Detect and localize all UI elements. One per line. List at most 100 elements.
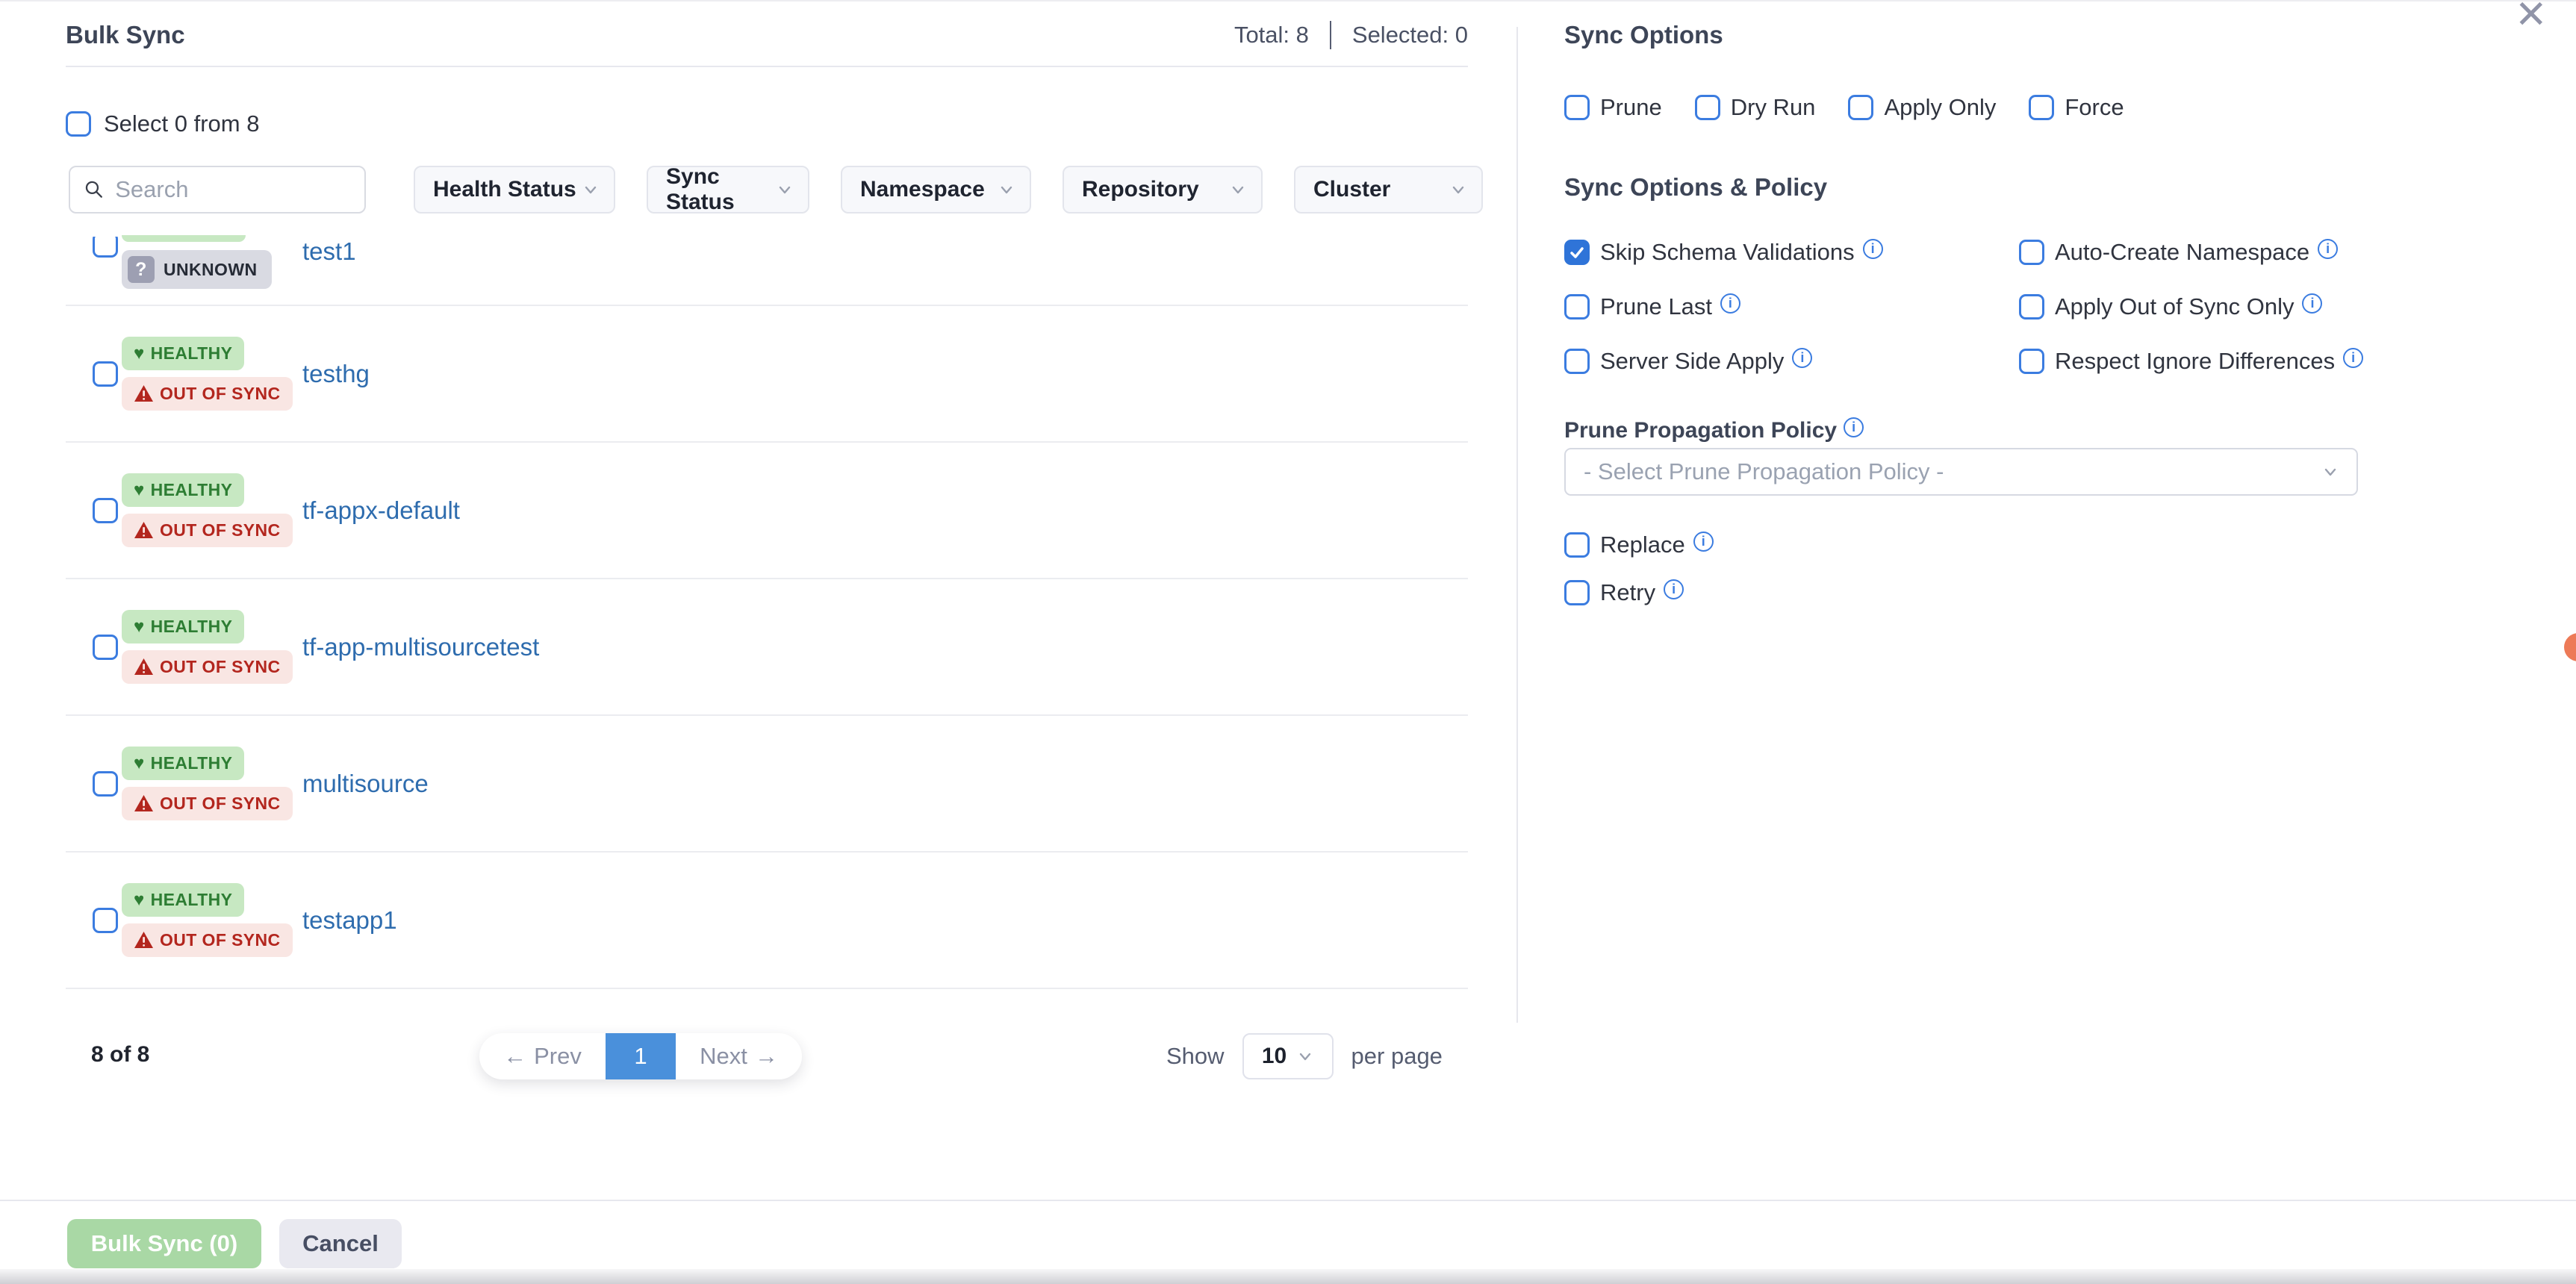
filter-namespace[interactable]: Namespace — [841, 166, 1031, 214]
select-all-row: Select 0 from 8 — [66, 110, 259, 137]
retry-checkbox[interactable] — [1564, 580, 1590, 605]
right-arrow-icon: → — [755, 1043, 778, 1070]
row-checkbox[interactable] — [93, 361, 118, 387]
search-input[interactable] — [115, 176, 351, 203]
info-icon[interactable]: i — [1844, 417, 1864, 437]
app-link[interactable]: tf-appx-default — [302, 496, 460, 525]
prune-last-checkbox[interactable] — [1564, 294, 1590, 320]
warning-icon — [134, 384, 154, 403]
totals-separator — [1330, 21, 1331, 49]
per-page-control: Show 10 per page — [1166, 1033, 1443, 1079]
page-bottom-strip — [0, 1269, 2576, 1284]
info-icon[interactable]: i — [1664, 579, 1684, 599]
info-icon[interactable]: i — [1792, 348, 1812, 368]
info-icon[interactable]: i — [2343, 348, 2363, 368]
sync-status-badge: OUT OF SYNC — [122, 377, 293, 411]
health-status-badge: ♥ HEALTHY — [122, 337, 244, 370]
sync-policy-grid: Skip Schema Validations i Auto-Create Na… — [1564, 239, 2407, 375]
prune-propagation-policy-label-row: Prune Propagation Policy i — [1564, 418, 1864, 443]
row-checkbox[interactable] — [93, 498, 118, 523]
app-link[interactable]: multisource — [302, 770, 429, 798]
warning-icon — [134, 931, 154, 950]
list-item: ♥ HEALTHY OUT OF SYNC testapp1 — [66, 853, 1468, 989]
sync-options-title: Sync Options — [1564, 21, 2498, 49]
chevron-down-icon — [777, 181, 793, 198]
app-link[interactable]: tf-app-multisourcetest — [302, 633, 539, 661]
per-page-select[interactable]: 10 — [1242, 1033, 1334, 1079]
pager: ← Prev 1 Next → — [479, 1033, 802, 1079]
chat-widget-dot[interactable] — [2564, 633, 2576, 661]
option-auto-create-namespace: Auto-Create Namespace i — [2019, 239, 2407, 266]
warning-icon — [134, 794, 154, 813]
modal-top-edge — [0, 0, 2576, 1]
panel-divider — [1516, 27, 1518, 1023]
sync-status-badge: OUT OF SYNC — [122, 650, 293, 684]
dry-run-checkbox[interactable] — [1695, 95, 1720, 120]
select-all-checkbox[interactable] — [66, 111, 91, 137]
info-icon[interactable]: i — [2302, 293, 2322, 314]
chevron-down-icon — [1297, 1048, 1313, 1065]
health-status-badge: ♥ HEALTHY — [122, 610, 244, 643]
pagination-bar: 8 of 8 ← Prev 1 Next → Show 10 per page — [66, 1030, 1468, 1079]
auto-create-namespace-checkbox[interactable] — [2019, 240, 2044, 265]
application-list: ? UNKNOWN test1 ♥ HEALTHY OUT OF SYNC te… — [66, 230, 1468, 989]
sync-options-panel: Sync Options Prune Dry Run Apply Only Fo… — [1564, 21, 2498, 49]
sync-policy-title: Sync Options & Policy — [1564, 173, 1827, 202]
row-checkbox[interactable] — [93, 908, 118, 933]
heart-icon: ♥ — [134, 345, 145, 363]
health-badge-clipped — [122, 235, 246, 242]
search-box — [69, 166, 366, 214]
bulk-sync-button[interactable]: Bulk Sync (0) — [67, 1219, 261, 1268]
row-checkbox[interactable] — [93, 771, 118, 797]
chevron-down-icon — [582, 181, 599, 198]
heart-icon: ♥ — [134, 618, 145, 636]
option-force: Force — [2029, 94, 2124, 121]
option-skip-schema-validations: Skip Schema Validations i — [1564, 239, 2019, 266]
filter-repository[interactable]: Repository — [1063, 166, 1263, 214]
current-page-button[interactable]: 1 — [606, 1033, 676, 1079]
warning-icon — [134, 521, 154, 540]
page-summary: 8 of 8 — [91, 1030, 149, 1079]
list-item: ♥ HEALTHY OUT OF SYNC tf-appx-default — [66, 443, 1468, 579]
apply-out-of-sync-only-checkbox[interactable] — [2019, 294, 2044, 320]
force-checkbox[interactable] — [2029, 95, 2054, 120]
option-prune: Prune — [1564, 94, 1662, 121]
health-status-badge: ♥ HEALTHY — [122, 473, 244, 507]
search-icon — [84, 178, 105, 202]
health-status-badge: ♥ HEALTHY — [122, 883, 244, 917]
next-page-button[interactable]: Next → — [676, 1033, 802, 1079]
prune-checkbox[interactable] — [1564, 95, 1590, 120]
app-link[interactable]: testhg — [302, 360, 370, 388]
prev-page-button[interactable]: ← Prev — [479, 1033, 606, 1079]
prune-propagation-policy-select[interactable]: - Select Prune Propagation Policy - — [1564, 448, 2358, 496]
filter-cluster[interactable]: Cluster — [1294, 166, 1483, 214]
show-label: Show — [1166, 1043, 1225, 1070]
filter-sync-status[interactable]: Sync Status — [647, 166, 809, 214]
skip-schema-validations-checkbox[interactable] — [1564, 240, 1590, 265]
warning-icon — [134, 658, 154, 676]
app-link[interactable]: test1 — [302, 237, 356, 266]
info-icon[interactable]: i — [1720, 293, 1740, 314]
info-icon[interactable]: i — [1863, 239, 1883, 259]
row-checkbox[interactable] — [93, 635, 118, 660]
filter-health-status[interactable]: Health Status — [414, 166, 615, 214]
option-server-side-apply: Server Side Apply i — [1564, 348, 2019, 375]
info-icon[interactable]: i — [2318, 239, 2338, 259]
apply-only-checkbox[interactable] — [1848, 95, 1873, 120]
sync-status-badge: OUT OF SYNC — [122, 787, 293, 820]
app-link[interactable]: testapp1 — [302, 906, 397, 935]
heart-icon: ♥ — [134, 891, 145, 909]
option-prune-last: Prune Last i — [1564, 293, 2019, 320]
footer: Bulk Sync (0) Cancel — [0, 1200, 2576, 1268]
close-icon[interactable]: ✕ — [2515, 0, 2548, 37]
replace-checkbox[interactable] — [1564, 532, 1590, 558]
info-icon[interactable]: i — [1693, 532, 1714, 552]
total-count: Total: 8 — [1234, 22, 1309, 49]
left-arrow-icon: ← — [503, 1043, 526, 1070]
cancel-button[interactable]: Cancel — [279, 1219, 402, 1268]
server-side-apply-checkbox[interactable] — [1564, 349, 1590, 374]
heart-icon: ♥ — [134, 482, 145, 499]
respect-ignore-differences-checkbox[interactable] — [2019, 349, 2044, 374]
row-checkbox[interactable] — [93, 237, 118, 258]
sync-options-row: Prune Dry Run Apply Only Force — [1564, 94, 2124, 121]
